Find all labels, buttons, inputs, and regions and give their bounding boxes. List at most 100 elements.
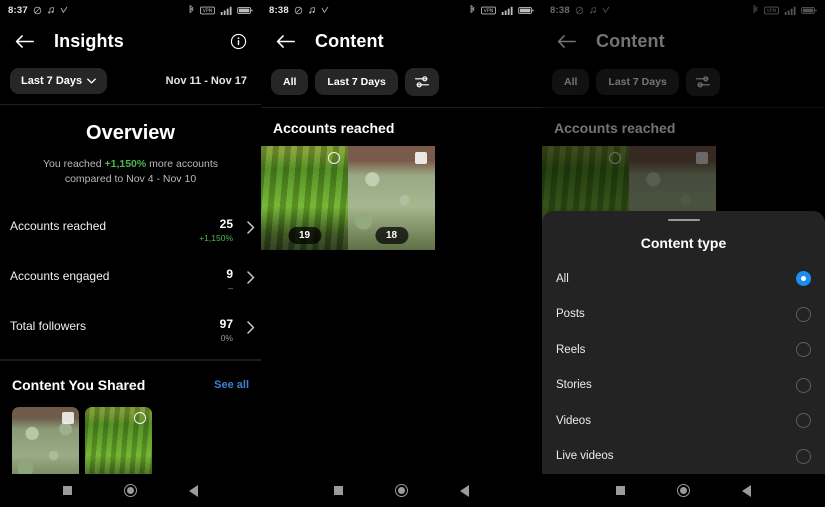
home-button[interactable] — [124, 484, 137, 497]
date-filter-chip[interactable]: Last 7 Days — [10, 68, 108, 94]
metric-values: 25 +1,150% — [199, 217, 249, 243]
sheet-title: Content type — [640, 235, 727, 251]
signal-icon — [501, 6, 513, 15]
mute-icon — [33, 6, 42, 15]
battery-icon — [237, 6, 253, 15]
radio-icon-selected[interactable] — [796, 271, 811, 287]
metric-label: Accounts reached — [10, 219, 107, 234]
status-right-2: VPN — [469, 5, 534, 15]
option-label: Posts — [556, 308, 585, 321]
info-icon[interactable] — [227, 30, 249, 52]
content-type-chip[interactable]: All — [271, 69, 309, 95]
radio-icon[interactable] — [796, 377, 811, 393]
overview-title: Overview — [86, 122, 175, 144]
home-button[interactable] — [677, 484, 690, 497]
date-filter-chip[interactable]: Last 7 Days — [315, 69, 398, 95]
chevron-down-icon — [87, 75, 97, 87]
sliders-icon[interactable] — [404, 68, 439, 96]
carousel-icon — [62, 412, 74, 425]
option-all[interactable]: All — [542, 261, 825, 297]
insights-filter-row: Last 7 Days Nov 11 - Nov 17 — [0, 62, 261, 104]
status-right-1: VPN — [188, 5, 253, 15]
metric-values: 97 0% — [220, 317, 249, 343]
option-reels[interactable]: Reels — [542, 332, 825, 368]
vpn-icon: VPN — [481, 6, 496, 15]
divider-top — [0, 104, 261, 105]
overview-sub-suffix: more accounts — [146, 158, 219, 170]
home-button[interactable] — [395, 484, 408, 497]
option-label: Stories — [556, 379, 592, 392]
music-note-icon — [47, 6, 55, 15]
appbar-insights: Insights — [0, 20, 261, 62]
recents-button[interactable] — [63, 486, 72, 495]
story-ring-icon — [134, 412, 146, 425]
option-posts[interactable]: Posts — [542, 297, 825, 333]
music-note-icon — [308, 6, 316, 15]
panel-content-type-sheet: 8:38 VPN — [542, 0, 825, 507]
date-filter-label: Last 7 Days — [21, 75, 83, 87]
section-title-accounts-reached: Accounts reached — [273, 120, 395, 136]
metric-value: 97 — [219, 317, 233, 332]
option-stories[interactable]: Stories — [542, 368, 825, 404]
back-arrow-icon[interactable] — [12, 29, 36, 53]
option-live-videos[interactable]: Live videos — [542, 439, 825, 475]
radio-icon[interactable] — [796, 342, 811, 358]
metric-row-accounts-engaged[interactable]: Accounts engaged 9 – — [0, 255, 261, 305]
metric-delta: 0% — [220, 333, 233, 344]
status-bar-2: 8:38 VPN — [261, 0, 542, 20]
metric-row-accounts-reached[interactable]: Accounts reached 25 +1,150% — [0, 205, 261, 255]
carousel-icon — [415, 152, 427, 164]
status-bar-1: 8:37 VPN — [0, 0, 261, 20]
overview-sub-prefix: You reached — [42, 158, 105, 170]
metric-values: 9 – — [226, 267, 249, 293]
media-cell[interactable]: 18 — [348, 146, 435, 250]
android-nav-bar-3 — [542, 474, 825, 507]
metric-value: 9 — [226, 267, 233, 282]
content-filter-row: All Last 7 Days — [261, 62, 542, 107]
media-count: 18 — [374, 227, 409, 244]
panel-insights: 8:37 VPN Insights Last 7 Days Nov 11 - N… — [0, 0, 261, 507]
metric-delta: – — [228, 283, 233, 294]
recents-button[interactable] — [616, 486, 625, 495]
metric-label: Total followers — [10, 319, 87, 334]
mute-icon — [294, 6, 303, 15]
back-button[interactable] — [460, 484, 469, 497]
signal-icon — [220, 6, 232, 15]
chevron-right-icon — [247, 221, 255, 239]
option-videos[interactable]: Videos — [542, 403, 825, 439]
overview-sub-highlight: +1,150% — [104, 158, 147, 170]
back-arrow-icon[interactable] — [273, 29, 297, 53]
android-nav-bar-2 — [261, 474, 542, 507]
see-all-link[interactable]: See all — [214, 379, 249, 391]
checkmark-icon — [321, 6, 329, 14]
metrics-list: Accounts reached 25 +1,150% Accounts eng… — [0, 205, 261, 355]
radio-icon[interactable] — [796, 413, 811, 429]
back-button[interactable] — [189, 484, 198, 497]
metric-delta: +1,150% — [199, 233, 233, 244]
media-cell[interactable]: 19 — [261, 146, 348, 250]
overview-sub-line2: compared to Nov 4 - Nov 10 — [64, 173, 197, 186]
sheet-drag-handle[interactable] — [667, 219, 700, 221]
bluetooth-icon — [469, 5, 476, 15]
chevron-right-icon — [247, 321, 255, 339]
metric-label: Accounts engaged — [10, 269, 110, 284]
panel-content: 8:38 VPN Content All Last 7 Days Account… — [261, 0, 542, 507]
status-left-2: 8:38 — [269, 5, 329, 16]
radio-icon[interactable] — [796, 448, 811, 464]
content-you-shared-title: Content You Shared — [12, 377, 146, 394]
recents-button[interactable] — [334, 486, 343, 495]
content-type-options: All Posts Reels Stories Videos Live vide… — [542, 261, 825, 474]
svg-text:VPN: VPN — [484, 8, 494, 14]
svg-text:VPN: VPN — [203, 8, 213, 14]
overview-summary: You reached +1,150% more accounts compar… — [0, 157, 261, 187]
metric-row-total-followers[interactable]: Total followers 97 0% — [0, 305, 261, 355]
media-count: 19 — [287, 227, 322, 244]
status-time: 8:38 — [269, 4, 289, 16]
back-button[interactable] — [742, 484, 751, 497]
page-title: Content — [315, 30, 384, 51]
content-type-bottom-sheet: Content type All Posts Reels Stories Vid… — [542, 211, 825, 474]
option-label: Reels — [556, 343, 586, 356]
android-nav-bar-1 — [0, 474, 261, 507]
metric-value: 25 — [219, 217, 233, 232]
radio-icon[interactable] — [796, 306, 811, 322]
